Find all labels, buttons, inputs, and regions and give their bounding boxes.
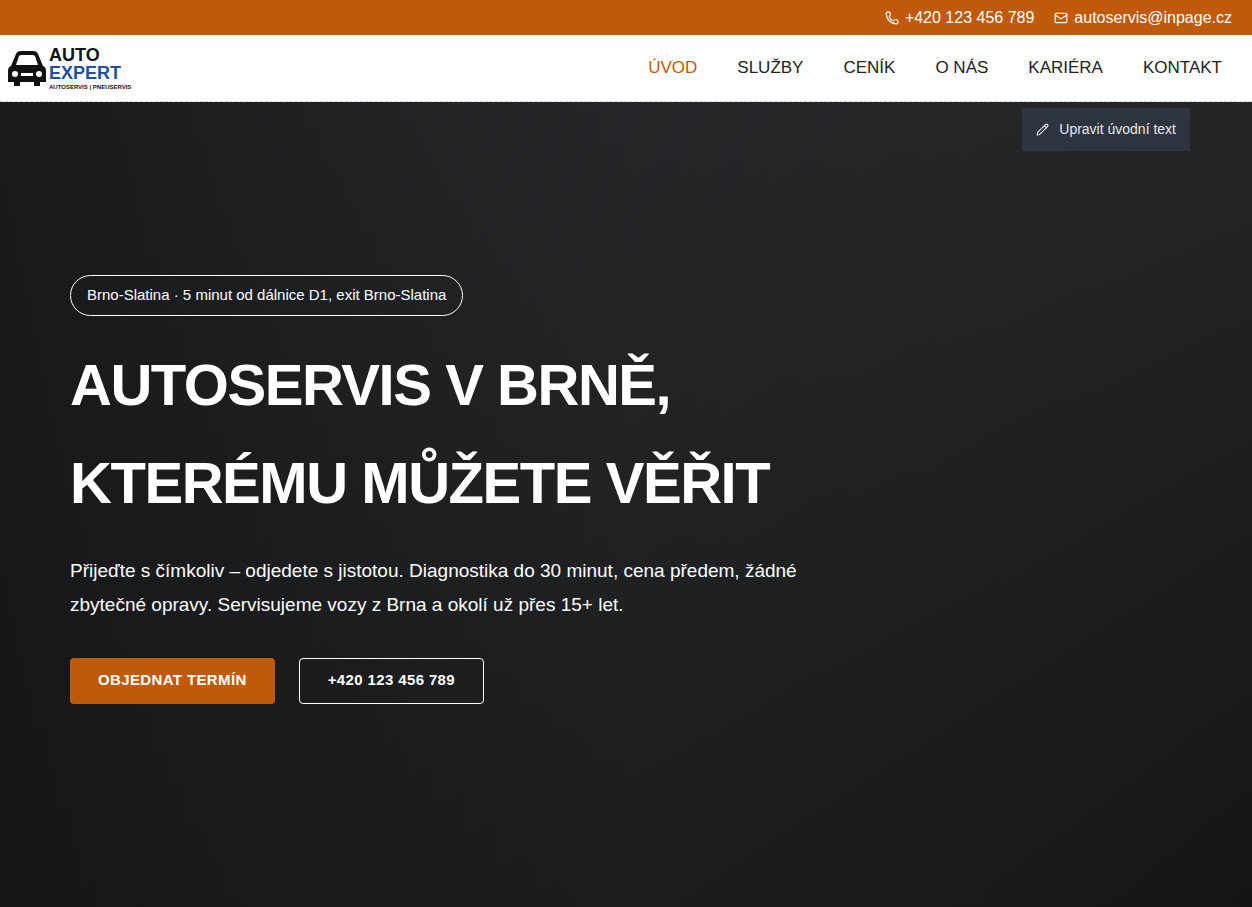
page: +420 123 456 789 autoservis@inpage.cz AUTO… <box>0 0 1252 907</box>
top-bar: +420 123 456 789 autoservis@inpage.cz <box>0 0 1252 35</box>
nav-item[interactable]: CENÍK <box>843 55 895 81</box>
hero-text: Přijeďte s čímkoliv – odjedete s jistoto… <box>70 554 830 622</box>
logo-line1: AUTO <box>49 46 131 64</box>
hero-heading: AUTOSERVIS V BRNĚ,KTERÉMU MŮŽETE VĚŘIT <box>70 336 769 532</box>
logo[interactable]: AUTOEXPERT AUTOSERVIS | PNEUSERVIS <box>7 46 131 90</box>
hero: Upravit úvodní text Brno-Slatina · 5 minu… <box>0 102 1252 907</box>
hero-buttons: OBJEDNAT TERMÍN +420 123 456 789 <box>70 658 484 704</box>
nav-item[interactable]: KARIÉRA <box>1028 55 1103 81</box>
nav-item[interactable]: SLUŽBY <box>737 55 803 81</box>
top-phone[interactable]: +420 123 456 789 <box>885 6 1034 30</box>
top-email[interactable]: autoservis@inpage.cz <box>1054 6 1232 30</box>
book-button[interactable]: OBJEDNAT TERMÍN <box>70 658 275 704</box>
nav-item[interactable]: O NÁS <box>935 55 988 81</box>
nav-bar: AUTOEXPERT AUTOSERVIS | PNEUSERVIS ÚVOD SLU… <box>0 35 1252 102</box>
phone-button[interactable]: +420 123 456 789 <box>299 658 484 704</box>
logo-tagline: AUTOSERVIS | PNEUSERVIS <box>49 84 131 90</box>
nav-item[interactable]: ÚVOD <box>648 55 697 81</box>
main-nav: ÚVOD SLUŽBY CENÍK O NÁS KARIÉRA KONTAKT <box>648 55 1222 81</box>
location-badge: Brno-Slatina · 5 minut od dálnice D1, ex… <box>70 275 463 316</box>
car-logo-icon <box>7 46 47 90</box>
edit-intro-button[interactable]: Upravit úvodní text <box>1022 108 1190 151</box>
logo-line2: EXPERT <box>49 64 131 82</box>
pencil-icon <box>1036 123 1049 136</box>
nav-item[interactable]: KONTAKT <box>1143 55 1222 81</box>
phone-icon <box>885 11 899 25</box>
mail-icon <box>1054 11 1068 25</box>
